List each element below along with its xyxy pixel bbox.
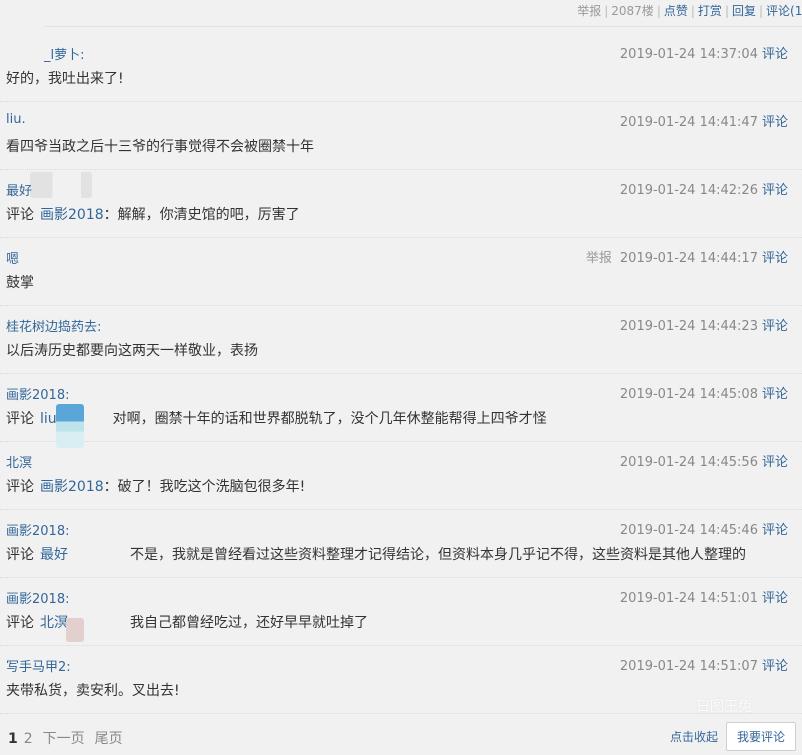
- comment-ref-label: 评论: [6, 411, 34, 427]
- comment-meta: 2019-01-24 14:41:47 评论: [620, 111, 788, 130]
- comment-user[interactable]: 画影2018:: [6, 588, 69, 607]
- comment-ref-label: 评论: [6, 547, 34, 563]
- comment-count-link[interactable]: 评论(16: [766, 4, 802, 18]
- comment-body: 看四爷当政之后十三爷的行事觉得不会被圈禁十年: [6, 139, 314, 155]
- comment-reply-link[interactable]: 评论: [762, 523, 788, 538]
- comment-body: 评论 画影2018：解解，你清史馆的吧，厉害了: [6, 204, 300, 224]
- comment-meta: 举报 2019-01-24 14:44:17 评论: [586, 247, 788, 266]
- comment-ref-label: 评论: [6, 615, 34, 631]
- comment-item: _l萝卜: 2019-01-24 14:37:04 评论 好的，我吐出来了!: [0, 34, 802, 102]
- comment-user[interactable]: 写手马甲2:: [6, 656, 71, 675]
- comment-item: 画影2018: 2019-01-24 14:51:01 评论 评论 北溟 我自己都曾经…: [0, 578, 802, 646]
- comment-reply-link[interactable]: 评论: [762, 455, 788, 470]
- post-action-bar: 举报|2087楼|点赞|打赏|回复|评论(16: [0, 0, 802, 20]
- comment-user[interactable]: _l萝卜:: [44, 44, 85, 63]
- comment-reply-link[interactable]: 评论: [762, 387, 788, 402]
- comment-ref-user[interactable]: 最好: [40, 547, 68, 563]
- watermark: 日图王兔: [696, 699, 752, 715]
- comment-item: 画影2018: 2019-01-24 14:45:08 评论 评论 liu 对啊，圈禁…: [0, 374, 802, 448]
- last-page-link[interactable]: 尾页: [95, 731, 123, 747]
- comment-body: 评论 画影2018：破了！我吃这个洗脑包很多年!: [6, 476, 305, 496]
- avatar-blur: [30, 172, 92, 198]
- comment-user[interactable]: 北溟: [6, 452, 32, 471]
- comment-meta: 2019-01-24 14:51:07 评论: [620, 655, 788, 674]
- comment-item: 北溟 2019-01-24 14:45:56 评论 评论 画影2018：破了！我吃这…: [0, 442, 802, 510]
- comment-body: 夹带私货，卖安利。叉出去!: [6, 683, 180, 699]
- comment-item: liu. 2019-01-24 14:41:47 评论 看四爷当政之后十三爷的行事…: [0, 102, 802, 170]
- comment-body: 以后涛历史都要向这两天一样敬业，表扬: [6, 343, 258, 359]
- comment-text: 对啊，圈禁十年的话和世界都脱轨了，没个几年休整能帮得上四爷才怪: [112, 411, 547, 427]
- comment-report-link[interactable]: 举报: [586, 251, 612, 266]
- comment-meta: 2019-01-24 14:45:08 评论: [620, 383, 788, 402]
- next-page-link[interactable]: 下一页: [43, 731, 85, 747]
- comment-item: 写手马甲2: 2019-01-24 14:51:07 评论 夹带私货，卖安利。叉出…: [0, 646, 802, 714]
- comment-time: 2019-01-24 14:45:08: [619, 387, 758, 402]
- comment-text: 不是，我就是曾经看过这些资料整理才记得结论，但资料本身几乎记不得，这些资料是其他…: [130, 547, 746, 563]
- comment-body: 评论 北溟 我自己都曾经吃过，还好早早就吐掉了: [6, 612, 368, 632]
- comment-ref-label: 评论: [6, 207, 34, 223]
- comment-meta: 2019-01-24 14:37:04 评论: [620, 43, 788, 62]
- comment-text: 我自己都曾经吃过，还好早早就吐掉了: [130, 615, 368, 631]
- like-link[interactable]: 点赞: [664, 4, 688, 18]
- tip-link[interactable]: 打赏: [698, 4, 722, 18]
- comment-time: 2019-01-24 14:45:56: [619, 455, 758, 470]
- comment-ref-user[interactable]: 画影2018: [40, 207, 104, 223]
- comment-body: 评论 liu 对啊，圈禁十年的话和世界都脱轨了，没个几年休整能帮得上四爷才怪: [6, 408, 547, 428]
- comment-item: 桂花树边捣药去: 2019-01-24 14:44:23 评论 以后涛历史都要向这…: [0, 306, 802, 374]
- comment-ref-label: 评论: [6, 479, 34, 495]
- comment-user[interactable]: 嗯: [6, 248, 19, 267]
- comment-reply-link[interactable]: 评论: [762, 591, 788, 606]
- comment-user[interactable]: 画影2018:: [6, 384, 69, 403]
- reply-link[interactable]: 回复: [732, 4, 756, 18]
- comment-item: 嗯 举报 2019-01-24 14:44:17 评论 鼓掌: [0, 238, 802, 306]
- avatar-blur: [66, 618, 84, 642]
- page-current: 1: [8, 731, 18, 747]
- comment-user[interactable]: 桂花树边捣药去:: [6, 316, 101, 335]
- comment-ref-user[interactable]: 北溟: [40, 615, 68, 631]
- comment-meta: 2019-01-24 14:42:26 评论: [620, 179, 788, 198]
- comment-reply-link[interactable]: 评论: [762, 47, 788, 62]
- comment-meta: 2019-01-24 14:45:56 评论: [620, 451, 788, 470]
- comment-time: 2019-01-24 14:44:17: [619, 251, 758, 266]
- comment-reply-link[interactable]: 评论: [762, 659, 788, 674]
- comment-body: 评论 最好 不是，我就是曾经看过这些资料整理才记得结论，但资料本身几乎记不得，这些资…: [6, 544, 746, 564]
- comment-time: 2019-01-24 14:45:46: [619, 523, 758, 538]
- comment-item: 画影2018: 2019-01-24 14:45:46 评论 评论 最好 不是，我就是…: [0, 510, 802, 578]
- comment-reply-link[interactable]: 评论: [762, 115, 788, 130]
- report-link[interactable]: 举报: [577, 4, 601, 18]
- comment-user[interactable]: liu.: [6, 112, 26, 127]
- comment-ref-user[interactable]: liu: [40, 411, 57, 427]
- comment-actions: 点击收起 我要评论: [670, 722, 796, 751]
- page-2-link[interactable]: 2: [24, 731, 33, 747]
- comment-user[interactable]: 最好: [6, 180, 32, 199]
- floor-number: 2087楼: [611, 4, 654, 18]
- comment-ref-user[interactable]: 画影2018: [40, 479, 104, 495]
- comment-text: ：破了！我吃这个洗脑包很多年!: [103, 479, 306, 495]
- comment-meta: 2019-01-24 14:45:46 评论: [620, 519, 788, 538]
- comment-item: 最好 2019-01-24 14:42:26 评论 评论 画影2018：解解，你清史…: [0, 170, 802, 238]
- comment-meta: 2019-01-24 14:51:01 评论: [620, 587, 788, 606]
- collapse-link[interactable]: 点击收起: [670, 728, 718, 745]
- comment-body: 好的，我吐出来了!: [6, 71, 124, 87]
- comment-time: 2019-01-24 14:51:01: [619, 591, 758, 606]
- comment-body: 鼓掌: [6, 275, 34, 291]
- write-comment-button[interactable]: 我要评论: [725, 722, 796, 751]
- comment-meta: 2019-01-24 14:44:23 评论: [620, 315, 788, 334]
- comment-reply-link[interactable]: 评论: [762, 319, 788, 334]
- comment-reply-link[interactable]: 评论: [762, 183, 788, 198]
- comment-text: ：解解，你清史馆的吧，厉害了: [103, 207, 300, 223]
- comment-user[interactable]: 画影2018:: [6, 520, 69, 539]
- comment-time: 2019-01-24 14:42:26: [619, 183, 758, 198]
- comment-time: 2019-01-24 14:37:04: [619, 47, 758, 62]
- divider: [44, 26, 802, 27]
- comment-time: 2019-01-24 14:41:47: [619, 115, 758, 130]
- comment-time: 2019-01-24 14:44:23: [619, 319, 758, 334]
- comment-time: 2019-01-24 14:51:07: [619, 659, 758, 674]
- pagination: 1 2 下一页 尾页: [8, 728, 133, 748]
- comment-reply-link[interactable]: 评论: [762, 251, 788, 266]
- comment-list: _l萝卜: 2019-01-24 14:37:04 评论 好的，我吐出来了! li…: [0, 34, 802, 714]
